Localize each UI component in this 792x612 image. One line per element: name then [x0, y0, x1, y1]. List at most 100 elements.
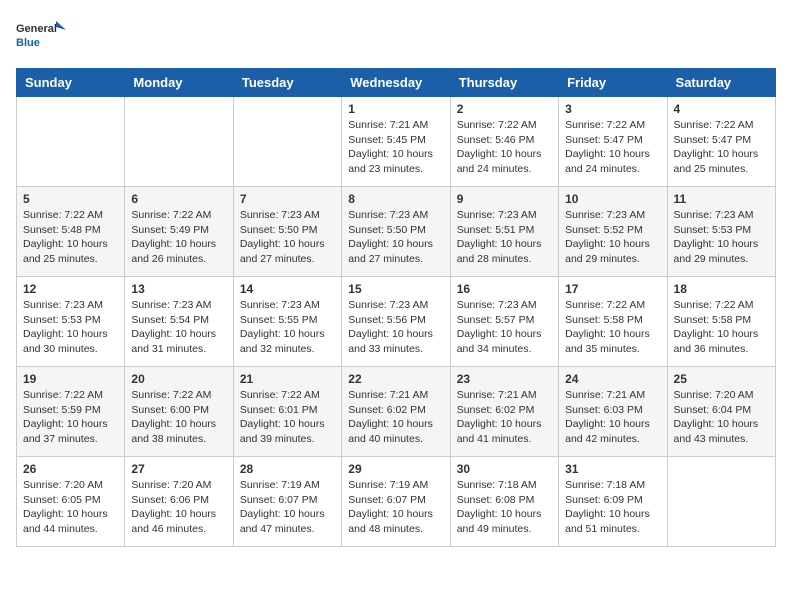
calendar-cell: 26 Sunrise: 7:20 AM Sunset: 6:05 PM Dayli…	[17, 457, 125, 547]
day-info: Sunrise: 7:23 AM Sunset: 5:50 PM Dayligh…	[348, 208, 443, 267]
day-info: Sunrise: 7:23 AM Sunset: 5:51 PM Dayligh…	[457, 208, 552, 267]
day-number: 19	[23, 372, 118, 386]
calendar-week-row: 12 Sunrise: 7:23 AM Sunset: 5:53 PM Dayli…	[17, 277, 776, 367]
svg-text:General: General	[16, 23, 57, 35]
day-info: Sunrise: 7:23 AM Sunset: 5:50 PM Dayligh…	[240, 208, 335, 267]
calendar-table: SundayMondayTuesdayWednesdayThursdayFrid…	[16, 68, 776, 547]
day-header-sunday: Sunday	[17, 69, 125, 97]
day-number: 31	[565, 462, 660, 476]
calendar-cell: 31 Sunrise: 7:18 AM Sunset: 6:09 PM Dayli…	[559, 457, 667, 547]
day-info: Sunrise: 7:22 AM Sunset: 5:58 PM Dayligh…	[674, 298, 769, 357]
day-info: Sunrise: 7:21 AM Sunset: 6:02 PM Dayligh…	[348, 388, 443, 447]
calendar-cell: 17 Sunrise: 7:22 AM Sunset: 5:58 PM Dayli…	[559, 277, 667, 367]
day-info: Sunrise: 7:22 AM Sunset: 5:47 PM Dayligh…	[674, 118, 769, 177]
calendar-cell: 4 Sunrise: 7:22 AM Sunset: 5:47 PM Daylig…	[667, 97, 775, 187]
day-number: 1	[348, 102, 443, 116]
calendar-cell: 9 Sunrise: 7:23 AM Sunset: 5:51 PM Daylig…	[450, 187, 558, 277]
calendar-cell: 29Sunrise: 7:19 AM Sunset: 6:07 PM Dayli…	[342, 457, 450, 547]
day-header-thursday: Thursday	[450, 69, 558, 97]
day-info: Sunrise: 7:19 AM Sunset: 6:07 PM Dayligh…	[240, 478, 335, 537]
day-number: 29	[348, 462, 443, 476]
calendar-cell: 10 Sunrise: 7:23 AM Sunset: 5:52 PM Dayli…	[559, 187, 667, 277]
calendar-cell: 25 Sunrise: 7:20 AM Sunset: 6:04 PM Dayli…	[667, 367, 775, 457]
day-info: Sunrise: 7:20 AM Sunset: 6:06 PM Dayligh…	[131, 478, 226, 537]
day-info: Sunrise: 7:23 AM Sunset: 5:57 PM Dayligh…	[457, 298, 552, 357]
day-info: Sunrise: 7:23 AM Sunset: 5:56 PM Dayligh…	[348, 298, 443, 357]
day-number: 23	[457, 372, 552, 386]
calendar-cell: 5 Sunrise: 7:22 AM Sunset: 5:48 PM Daylig…	[17, 187, 125, 277]
day-number: 5	[23, 192, 118, 206]
day-info: Sunrise: 7:22 AM Sunset: 5:59 PM Dayligh…	[23, 388, 118, 447]
day-info: Sunrise: 7:18 AM Sunset: 6:09 PM Dayligh…	[565, 478, 660, 537]
day-number: 16	[457, 282, 552, 296]
calendar-cell	[233, 97, 341, 187]
day-info: Sunrise: 7:21 AM Sunset: 6:03 PM Dayligh…	[565, 388, 660, 447]
calendar-cell: 12 Sunrise: 7:23 AM Sunset: 5:53 PM Dayli…	[17, 277, 125, 367]
calendar-week-row: 26 Sunrise: 7:20 AM Sunset: 6:05 PM Dayli…	[17, 457, 776, 547]
day-number: 11	[674, 192, 769, 206]
calendar-cell: 19 Sunrise: 7:22 AM Sunset: 5:59 PM Dayli…	[17, 367, 125, 457]
day-number: 8	[348, 192, 443, 206]
svg-text:Blue: Blue	[16, 37, 40, 49]
day-number: 7	[240, 192, 335, 206]
day-info: Sunrise: 7:22 AM Sunset: 5:49 PM Dayligh…	[131, 208, 226, 267]
day-header-wednesday: Wednesday	[342, 69, 450, 97]
day-number: 26	[23, 462, 118, 476]
calendar-cell: 23Sunrise: 7:21 AM Sunset: 6:02 PM Dayli…	[450, 367, 558, 457]
day-info: Sunrise: 7:23 AM Sunset: 5:53 PM Dayligh…	[23, 298, 118, 357]
calendar-cell: 8 Sunrise: 7:23 AM Sunset: 5:50 PM Daylig…	[342, 187, 450, 277]
calendar-header-row: SundayMondayTuesdayWednesdayThursdayFrid…	[17, 69, 776, 97]
day-header-friday: Friday	[559, 69, 667, 97]
day-number: 30	[457, 462, 552, 476]
day-number: 13	[131, 282, 226, 296]
day-number: 27	[131, 462, 226, 476]
calendar-cell: 24Sunrise: 7:21 AM Sunset: 6:03 PM Dayli…	[559, 367, 667, 457]
day-number: 10	[565, 192, 660, 206]
day-info: Sunrise: 7:22 AM Sunset: 5:48 PM Dayligh…	[23, 208, 118, 267]
logo: General Blue	[16, 16, 66, 56]
day-number: 3	[565, 102, 660, 116]
day-number: 18	[674, 282, 769, 296]
calendar-week-row: 5 Sunrise: 7:22 AM Sunset: 5:48 PM Daylig…	[17, 187, 776, 277]
day-info: Sunrise: 7:22 AM Sunset: 5:46 PM Dayligh…	[457, 118, 552, 177]
day-info: Sunrise: 7:22 AM Sunset: 5:47 PM Dayligh…	[565, 118, 660, 177]
day-number: 17	[565, 282, 660, 296]
calendar-cell: 6 Sunrise: 7:22 AM Sunset: 5:49 PM Daylig…	[125, 187, 233, 277]
day-number: 21	[240, 372, 335, 386]
day-info: Sunrise: 7:21 AM Sunset: 5:45 PM Dayligh…	[348, 118, 443, 177]
calendar-cell: 21Sunrise: 7:22 AM Sunset: 6:01 PM Dayli…	[233, 367, 341, 457]
day-number: 2	[457, 102, 552, 116]
day-header-monday: Monday	[125, 69, 233, 97]
day-number: 25	[674, 372, 769, 386]
calendar-cell: 30 Sunrise: 7:18 AM Sunset: 6:08 PM Dayli…	[450, 457, 558, 547]
day-number: 4	[674, 102, 769, 116]
day-number: 9	[457, 192, 552, 206]
calendar-cell	[667, 457, 775, 547]
calendar-cell	[17, 97, 125, 187]
day-info: Sunrise: 7:23 AM Sunset: 5:52 PM Dayligh…	[565, 208, 660, 267]
calendar-cell: 18 Sunrise: 7:22 AM Sunset: 5:58 PM Dayli…	[667, 277, 775, 367]
day-info: Sunrise: 7:20 AM Sunset: 6:05 PM Dayligh…	[23, 478, 118, 537]
calendar-cell: 14 Sunrise: 7:23 AM Sunset: 5:55 PM Dayli…	[233, 277, 341, 367]
calendar-cell: 22 Sunrise: 7:21 AM Sunset: 6:02 PM Dayli…	[342, 367, 450, 457]
calendar-cell: 20 Sunrise: 7:22 AM Sunset: 6:00 PM Dayli…	[125, 367, 233, 457]
day-info: Sunrise: 7:23 AM Sunset: 5:55 PM Dayligh…	[240, 298, 335, 357]
day-number: 15	[348, 282, 443, 296]
day-info: Sunrise: 7:23 AM Sunset: 5:53 PM Dayligh…	[674, 208, 769, 267]
calendar-cell: 28 Sunrise: 7:19 AM Sunset: 6:07 PM Dayli…	[233, 457, 341, 547]
logo-svg: General Blue	[16, 16, 66, 56]
day-number: 12	[23, 282, 118, 296]
day-number: 22	[348, 372, 443, 386]
day-info: Sunrise: 7:18 AM Sunset: 6:08 PM Dayligh…	[457, 478, 552, 537]
calendar-cell: 7 Sunrise: 7:23 AM Sunset: 5:50 PM Daylig…	[233, 187, 341, 277]
day-number: 20	[131, 372, 226, 386]
day-number: 14	[240, 282, 335, 296]
day-info: Sunrise: 7:22 AM Sunset: 6:00 PM Dayligh…	[131, 388, 226, 447]
calendar-cell: 27 Sunrise: 7:20 AM Sunset: 6:06 PM Dayli…	[125, 457, 233, 547]
day-info: Sunrise: 7:20 AM Sunset: 6:04 PM Dayligh…	[674, 388, 769, 447]
page-header: General Blue	[16, 16, 776, 56]
calendar-cell: 1 Sunrise: 7:21 AM Sunset: 5:45 PM Daylig…	[342, 97, 450, 187]
day-info: Sunrise: 7:22 AM Sunset: 5:58 PM Dayligh…	[565, 298, 660, 357]
day-number: 6	[131, 192, 226, 206]
day-number: 28	[240, 462, 335, 476]
